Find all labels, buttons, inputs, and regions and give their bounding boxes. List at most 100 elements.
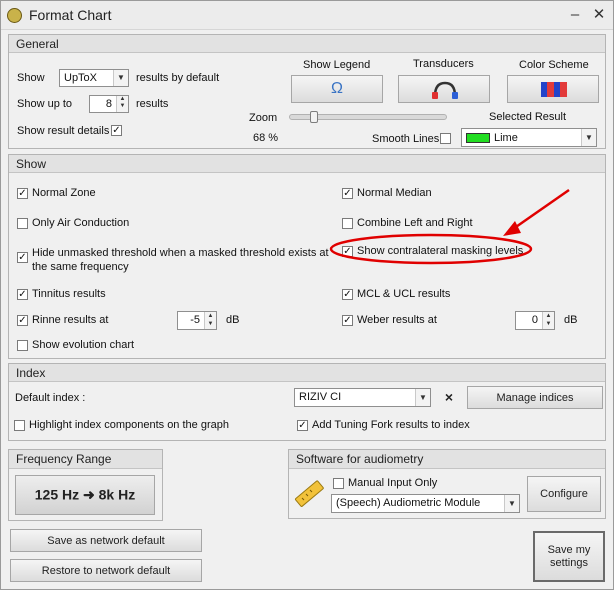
show-legend-button[interactable]: Ω bbox=[291, 75, 383, 103]
color-bars-icon bbox=[541, 82, 567, 97]
combine-lr-label: Combine Left and Right bbox=[357, 217, 473, 229]
lime-swatch bbox=[466, 133, 490, 143]
selected-result-dropdown[interactable]: Lime ▼ bbox=[461, 128, 597, 147]
rinne-unit: dB bbox=[226, 314, 240, 326]
evolution-label: Show evolution chart bbox=[32, 339, 135, 351]
software-module-dropdown[interactable]: (Speech) Audiometric Module ▼ bbox=[331, 494, 520, 513]
save-network-default-button[interactable]: Save as network default bbox=[10, 529, 202, 552]
show-dropdown-value: UpToX bbox=[64, 72, 98, 84]
chevron-down-icon: ▼ bbox=[504, 495, 519, 512]
app-icon bbox=[7, 8, 22, 23]
rinne-value: -5 bbox=[190, 314, 200, 326]
mcl-ucl-label: MCL & UCL results bbox=[357, 288, 451, 300]
chevron-down-icon: ▼ bbox=[581, 129, 596, 146]
software-module-value: (Speech) Audiometric Module bbox=[336, 497, 481, 509]
weber-label: Weber results at bbox=[357, 314, 437, 326]
show-up-to-suffix: results bbox=[136, 98, 169, 110]
frequency-range-header: Frequency Range bbox=[9, 450, 162, 469]
highlight-index-label: Highlight index components on the graph bbox=[29, 419, 229, 431]
combine-lr-checkbox[interactable] bbox=[342, 218, 353, 229]
index-header: Index bbox=[9, 364, 605, 382]
evolution-checkbox[interactable] bbox=[17, 340, 28, 351]
frequency-to: 8k Hz bbox=[98, 486, 136, 503]
headphones-icon bbox=[432, 81, 458, 99]
chevron-down-icon: ▼ bbox=[415, 389, 430, 406]
normal-zone-label: Normal Zone bbox=[32, 187, 96, 199]
hide-unmasked-checkbox[interactable]: ✓ bbox=[17, 252, 28, 263]
manage-indices-label: Manage indices bbox=[496, 391, 574, 404]
title-bar: Format Chart – ✕ bbox=[1, 1, 613, 30]
highlight-index-checkbox[interactable] bbox=[14, 420, 25, 431]
frequency-from: 125 Hz bbox=[34, 486, 80, 503]
general-group: General Show UpToX ▼ results by default … bbox=[8, 34, 606, 149]
rinne-label: Rinne results at bbox=[32, 314, 109, 326]
default-index-value: RIZIV CI bbox=[299, 391, 342, 403]
show-dropdown[interactable]: UpToX ▼ bbox=[59, 69, 129, 87]
selected-result-value: Lime bbox=[494, 132, 518, 144]
weber-checkbox[interactable]: ✓ bbox=[342, 315, 353, 326]
show-up-to-stepper[interactable]: 8 ▲ ▼ bbox=[89, 95, 129, 113]
clear-index-icon[interactable]: × bbox=[441, 388, 457, 407]
spin-arrows-icon[interactable]: ▲ ▼ bbox=[204, 312, 216, 329]
default-index-label: Default index : bbox=[15, 392, 86, 404]
show-header: Show bbox=[9, 155, 605, 173]
normal-zone-checkbox[interactable]: ✓ bbox=[17, 188, 28, 199]
spin-arrows-icon[interactable]: ▲ ▼ bbox=[116, 96, 128, 112]
ohm-icon: Ω bbox=[331, 80, 343, 97]
spin-arrows-icon[interactable]: ▲ ▼ bbox=[542, 312, 554, 329]
zoom-label: Zoom bbox=[249, 112, 278, 124]
show-details-checkbox[interactable]: ✓ bbox=[111, 125, 122, 136]
software-header: Software for audiometry bbox=[289, 450, 605, 469]
zoom-slider-track[interactable] bbox=[289, 111, 447, 123]
add-tuning-checkbox[interactable]: ✓ bbox=[297, 420, 308, 431]
configure-button[interactable]: Configure bbox=[527, 476, 601, 512]
rinne-stepper[interactable]: -5 ▲ ▼ bbox=[177, 311, 217, 330]
tinnitus-label: Tinnitus results bbox=[32, 288, 106, 300]
zoom-slider-thumb[interactable] bbox=[310, 111, 318, 123]
show-suffix: results by default bbox=[136, 72, 220, 84]
normal-median-label: Normal Median bbox=[357, 187, 432, 199]
arrow-right-icon: ➜ bbox=[83, 486, 95, 503]
show-label: Show bbox=[17, 72, 45, 84]
manual-input-checkbox[interactable] bbox=[333, 478, 344, 489]
configure-label: Configure bbox=[540, 488, 588, 500]
show-up-to-label: Show up to bbox=[17, 98, 73, 110]
weber-value: 0 bbox=[531, 314, 538, 326]
tinnitus-checkbox[interactable]: ✓ bbox=[17, 289, 28, 300]
index-group: Index Default index : RIZIV CI ▼ × Manag… bbox=[8, 363, 606, 441]
chevron-down-icon: ▼ bbox=[113, 70, 128, 86]
add-tuning-label: Add Tuning Fork results to index bbox=[312, 419, 470, 431]
smooth-lines-label: Smooth Lines bbox=[372, 133, 440, 145]
save-network-default-label: Save as network default bbox=[47, 534, 165, 547]
window-title: Format Chart bbox=[29, 7, 112, 23]
ruler-icon bbox=[294, 480, 324, 507]
color-scheme-button[interactable] bbox=[507, 75, 599, 103]
smooth-lines-checkbox[interactable] bbox=[440, 133, 451, 144]
mcl-ucl-checkbox[interactable]: ✓ bbox=[342, 289, 353, 300]
contralateral-checkbox[interactable]: ✓ bbox=[342, 246, 353, 257]
manage-indices-button[interactable]: Manage indices bbox=[467, 386, 603, 409]
restore-network-default-button[interactable]: Restore to network default bbox=[10, 559, 202, 582]
minimize-button[interactable]: – bbox=[565, 5, 585, 25]
weber-stepper[interactable]: 0 ▲ ▼ bbox=[515, 311, 555, 330]
close-button[interactable]: ✕ bbox=[589, 5, 609, 25]
selected-result-label: Selected Result bbox=[489, 111, 567, 123]
save-my-settings-label: Save my settings bbox=[547, 543, 591, 569]
manual-input-label: Manual Input Only bbox=[348, 477, 438, 489]
rinne-checkbox[interactable]: ✓ bbox=[17, 315, 28, 326]
default-index-dropdown[interactable]: RIZIV CI ▼ bbox=[294, 388, 431, 407]
only-air-label: Only Air Conduction bbox=[32, 217, 130, 229]
show-legend-label: Show Legend bbox=[303, 59, 371, 71]
general-header: General bbox=[9, 35, 605, 53]
weber-unit: dB bbox=[564, 314, 578, 326]
normal-median-checkbox[interactable]: ✓ bbox=[342, 188, 353, 199]
format-chart-window: Format Chart – ✕ General Show UpToX ▼ re… bbox=[0, 0, 614, 590]
show-details-label: Show result details bbox=[17, 125, 110, 137]
save-my-settings-button[interactable]: Save my settings bbox=[533, 531, 605, 582]
hide-unmasked-label: Hide unmasked threshold when a masked th… bbox=[32, 247, 329, 273]
transducers-button[interactable] bbox=[398, 75, 490, 103]
only-air-checkbox[interactable] bbox=[17, 218, 28, 229]
software-group: Software for audiometry Manual Input Onl… bbox=[288, 449, 606, 519]
frequency-range-button[interactable]: 125 Hz ➜ 8k Hz bbox=[15, 475, 155, 515]
transducers-label: Transducers bbox=[413, 58, 474, 70]
